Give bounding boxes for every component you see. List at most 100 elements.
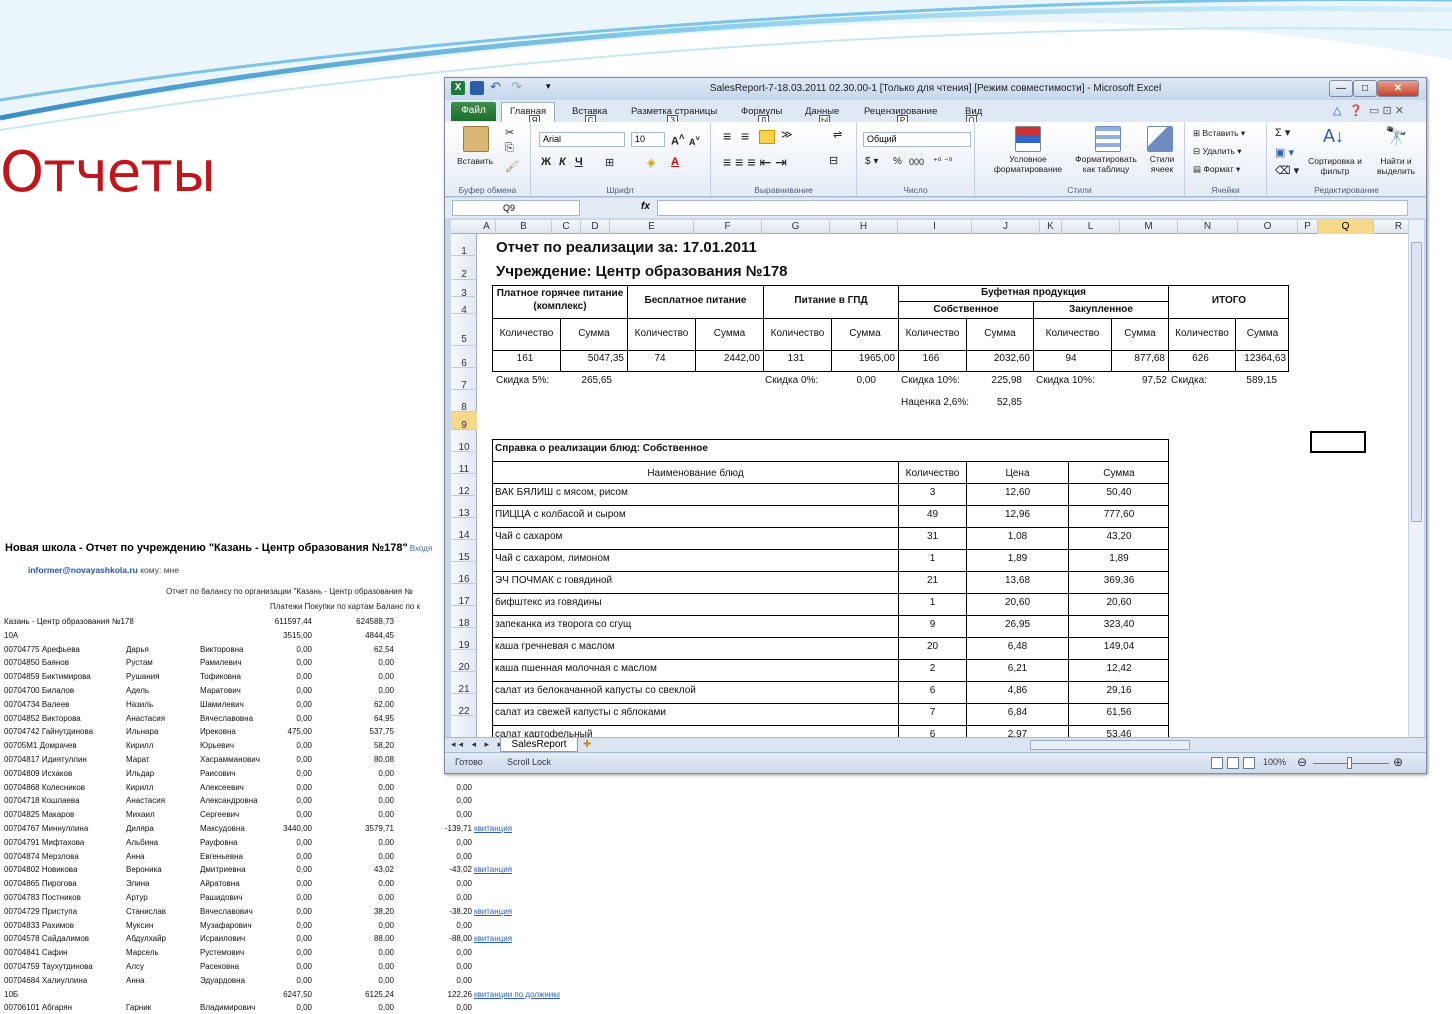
format-painter-icon[interactable]: 🖌 (505, 160, 519, 173)
find-icon[interactable]: 🔭 (1385, 126, 1407, 147)
column-header[interactable]: E (610, 220, 694, 234)
row-header[interactable]: 6 (451, 346, 477, 369)
cell-grid[interactable]: Отчет по реализации за: 17.01.2011 Учреж… (478, 235, 1408, 737)
receipt-link[interactable]: квитанция (474, 822, 512, 836)
format-table-button[interactable]: Форматировать как таблицу (1071, 154, 1141, 174)
row-header[interactable]: 10 (451, 430, 477, 453)
merge-center-icon[interactable]: ⊟ (829, 154, 838, 167)
borders-icon[interactable]: ⊞ (605, 156, 614, 169)
wrap-text-icon[interactable]: ⇌ (833, 128, 842, 141)
close-button[interactable]: ✕ (1377, 80, 1419, 97)
column-header[interactable]: N (1178, 220, 1238, 234)
fx-icon[interactable]: fx (641, 201, 650, 212)
currency-icon[interactable]: $ ▾ (865, 156, 878, 167)
thousands-icon[interactable]: 000 (909, 157, 924, 167)
normal-view-icon[interactable] (1211, 757, 1223, 769)
zoom-out-icon[interactable]: ⊖ (1297, 755, 1307, 769)
row-header[interactable]: 4 (451, 297, 477, 316)
paste-icon[interactable] (463, 126, 489, 152)
receipt-link[interactable]: квитанция (474, 863, 512, 877)
vertical-scroll-thumb[interactable] (1411, 242, 1422, 522)
row-header[interactable]: 3 (451, 280, 477, 299)
clear-icon[interactable]: ⌫ ▾ (1275, 164, 1299, 177)
column-header[interactable]: Q (1318, 220, 1374, 234)
row-header[interactable]: 8 (451, 390, 477, 413)
column-header[interactable]: H (830, 220, 898, 234)
find-select-button[interactable]: Найти и выделить (1367, 156, 1425, 176)
column-header[interactable]: J (972, 220, 1040, 234)
column-header[interactable]: R (1374, 220, 1408, 234)
grow-font-icon[interactable]: A˄ (671, 132, 684, 148)
help-icon[interactable]: ❓ (1349, 104, 1363, 117)
insert-cells-button[interactable]: ⊞ Вставить ▾ (1193, 128, 1245, 139)
sort-filter-icon[interactable]: A↓ (1323, 126, 1344, 147)
vertical-scrollbar[interactable] (1408, 220, 1424, 737)
bold-icon[interactable]: Ж (541, 156, 551, 168)
fill-color-icon[interactable]: ◈ (647, 156, 655, 169)
zoom-level[interactable]: 100% (1263, 757, 1286, 767)
receipt-link[interactable]: квитанция (474, 932, 512, 946)
column-header[interactable]: D (581, 220, 610, 234)
horizontal-scroll-thumb[interactable] (1030, 740, 1190, 750)
align-horizontal-icons[interactable]: ≡≡≡⇤⇥ (723, 154, 791, 171)
row-header[interactable]: 16 (451, 562, 477, 585)
receipt-link[interactable]: квитанция (474, 905, 512, 919)
align-top-icon[interactable]: ≡ (723, 128, 731, 144)
italic-icon[interactable]: К (559, 156, 566, 168)
underline-icon[interactable]: Ч (575, 156, 583, 168)
column-header[interactable]: G (762, 220, 830, 234)
receipt-link[interactable]: квитанции по должникам (8) квитанции (29… (474, 988, 560, 1002)
font-size-select[interactable]: 10 (631, 132, 665, 147)
formula-input[interactable] (657, 200, 1408, 216)
number-format-select[interactable]: Общий (863, 132, 971, 147)
align-middle-icon[interactable]: ≡ (741, 128, 749, 144)
font-name-select[interactable]: Arial (539, 132, 625, 147)
autosum-icon[interactable]: Σ ▾ (1275, 126, 1290, 139)
collapse-ribbon-icon[interactable]: △ (1333, 104, 1341, 117)
font-color-icon[interactable]: A (671, 156, 679, 168)
active-cell-q9[interactable] (1310, 431, 1366, 453)
worksheet[interactable]: ABCDEFGHIJKLMNOPQR 1 2 3 4 5 6 7 8 9 10 11 12 13 14 15… (451, 220, 1408, 737)
decimal-icons[interactable]: ⁺⁰ ⁻⁰ (933, 156, 952, 167)
cut-icon[interactable]: ✂ (505, 126, 514, 139)
row-header[interactable]: 5 (451, 314, 477, 346)
column-header[interactable]: C (552, 220, 581, 234)
fill-icon[interactable]: ▣ ▾ (1275, 146, 1294, 159)
cell-styles-button[interactable]: Стили ячеек (1141, 154, 1183, 174)
column-header[interactable]: I (898, 220, 972, 234)
page-break-view-icon[interactable] (1243, 757, 1255, 769)
minimize-button[interactable]: — (1329, 80, 1353, 97)
row-header[interactable]: 1 (451, 234, 477, 257)
zoom-in-icon[interactable]: ⊕ (1393, 755, 1403, 769)
maximize-button[interactable]: □ (1353, 80, 1377, 97)
delete-cells-button[interactable]: ⊟ Удалить ▾ (1193, 146, 1242, 157)
row-header[interactable]: 19 (451, 628, 477, 651)
row-header[interactable]: 21 (451, 672, 477, 695)
page-layout-view-icon[interactable] (1227, 757, 1239, 769)
column-header[interactable]: K (1040, 220, 1062, 234)
cell-styles-icon[interactable] (1147, 126, 1173, 152)
format-cells-button[interactable]: ▤ Формат ▾ (1193, 164, 1240, 175)
row-header[interactable]: 17 (451, 584, 477, 607)
column-header[interactable]: M (1120, 220, 1178, 234)
column-header[interactable]: B (496, 220, 552, 234)
row-header[interactable]: 22 (451, 694, 477, 717)
row-header[interactable]: 20 (451, 650, 477, 673)
column-header[interactable]: O (1238, 220, 1298, 234)
align-bottom-icon[interactable] (759, 130, 775, 144)
row-header[interactable]: 2 (451, 256, 477, 280)
copy-icon[interactable]: ⎘ (505, 142, 514, 155)
row-header[interactable]: 18 (451, 606, 477, 629)
column-header[interactable]: A (478, 220, 496, 234)
row-header[interactable]: 15 (451, 540, 477, 563)
new-sheet-icon[interactable]: ✚ (583, 739, 591, 750)
column-header[interactable]: L (1062, 220, 1120, 234)
conditional-format-button[interactable]: Условное форматирование (983, 154, 1073, 174)
tab-file[interactable]: Файл (451, 102, 496, 121)
conditional-format-icon[interactable] (1015, 126, 1041, 152)
row-header[interactable]: 13 (451, 496, 477, 519)
row-header[interactable]: 14 (451, 518, 477, 541)
shrink-font-icon[interactable]: A˅ (689, 134, 700, 147)
row-header[interactable]: 7 (451, 368, 477, 391)
orientation-icon[interactable]: ≫ (781, 128, 793, 141)
